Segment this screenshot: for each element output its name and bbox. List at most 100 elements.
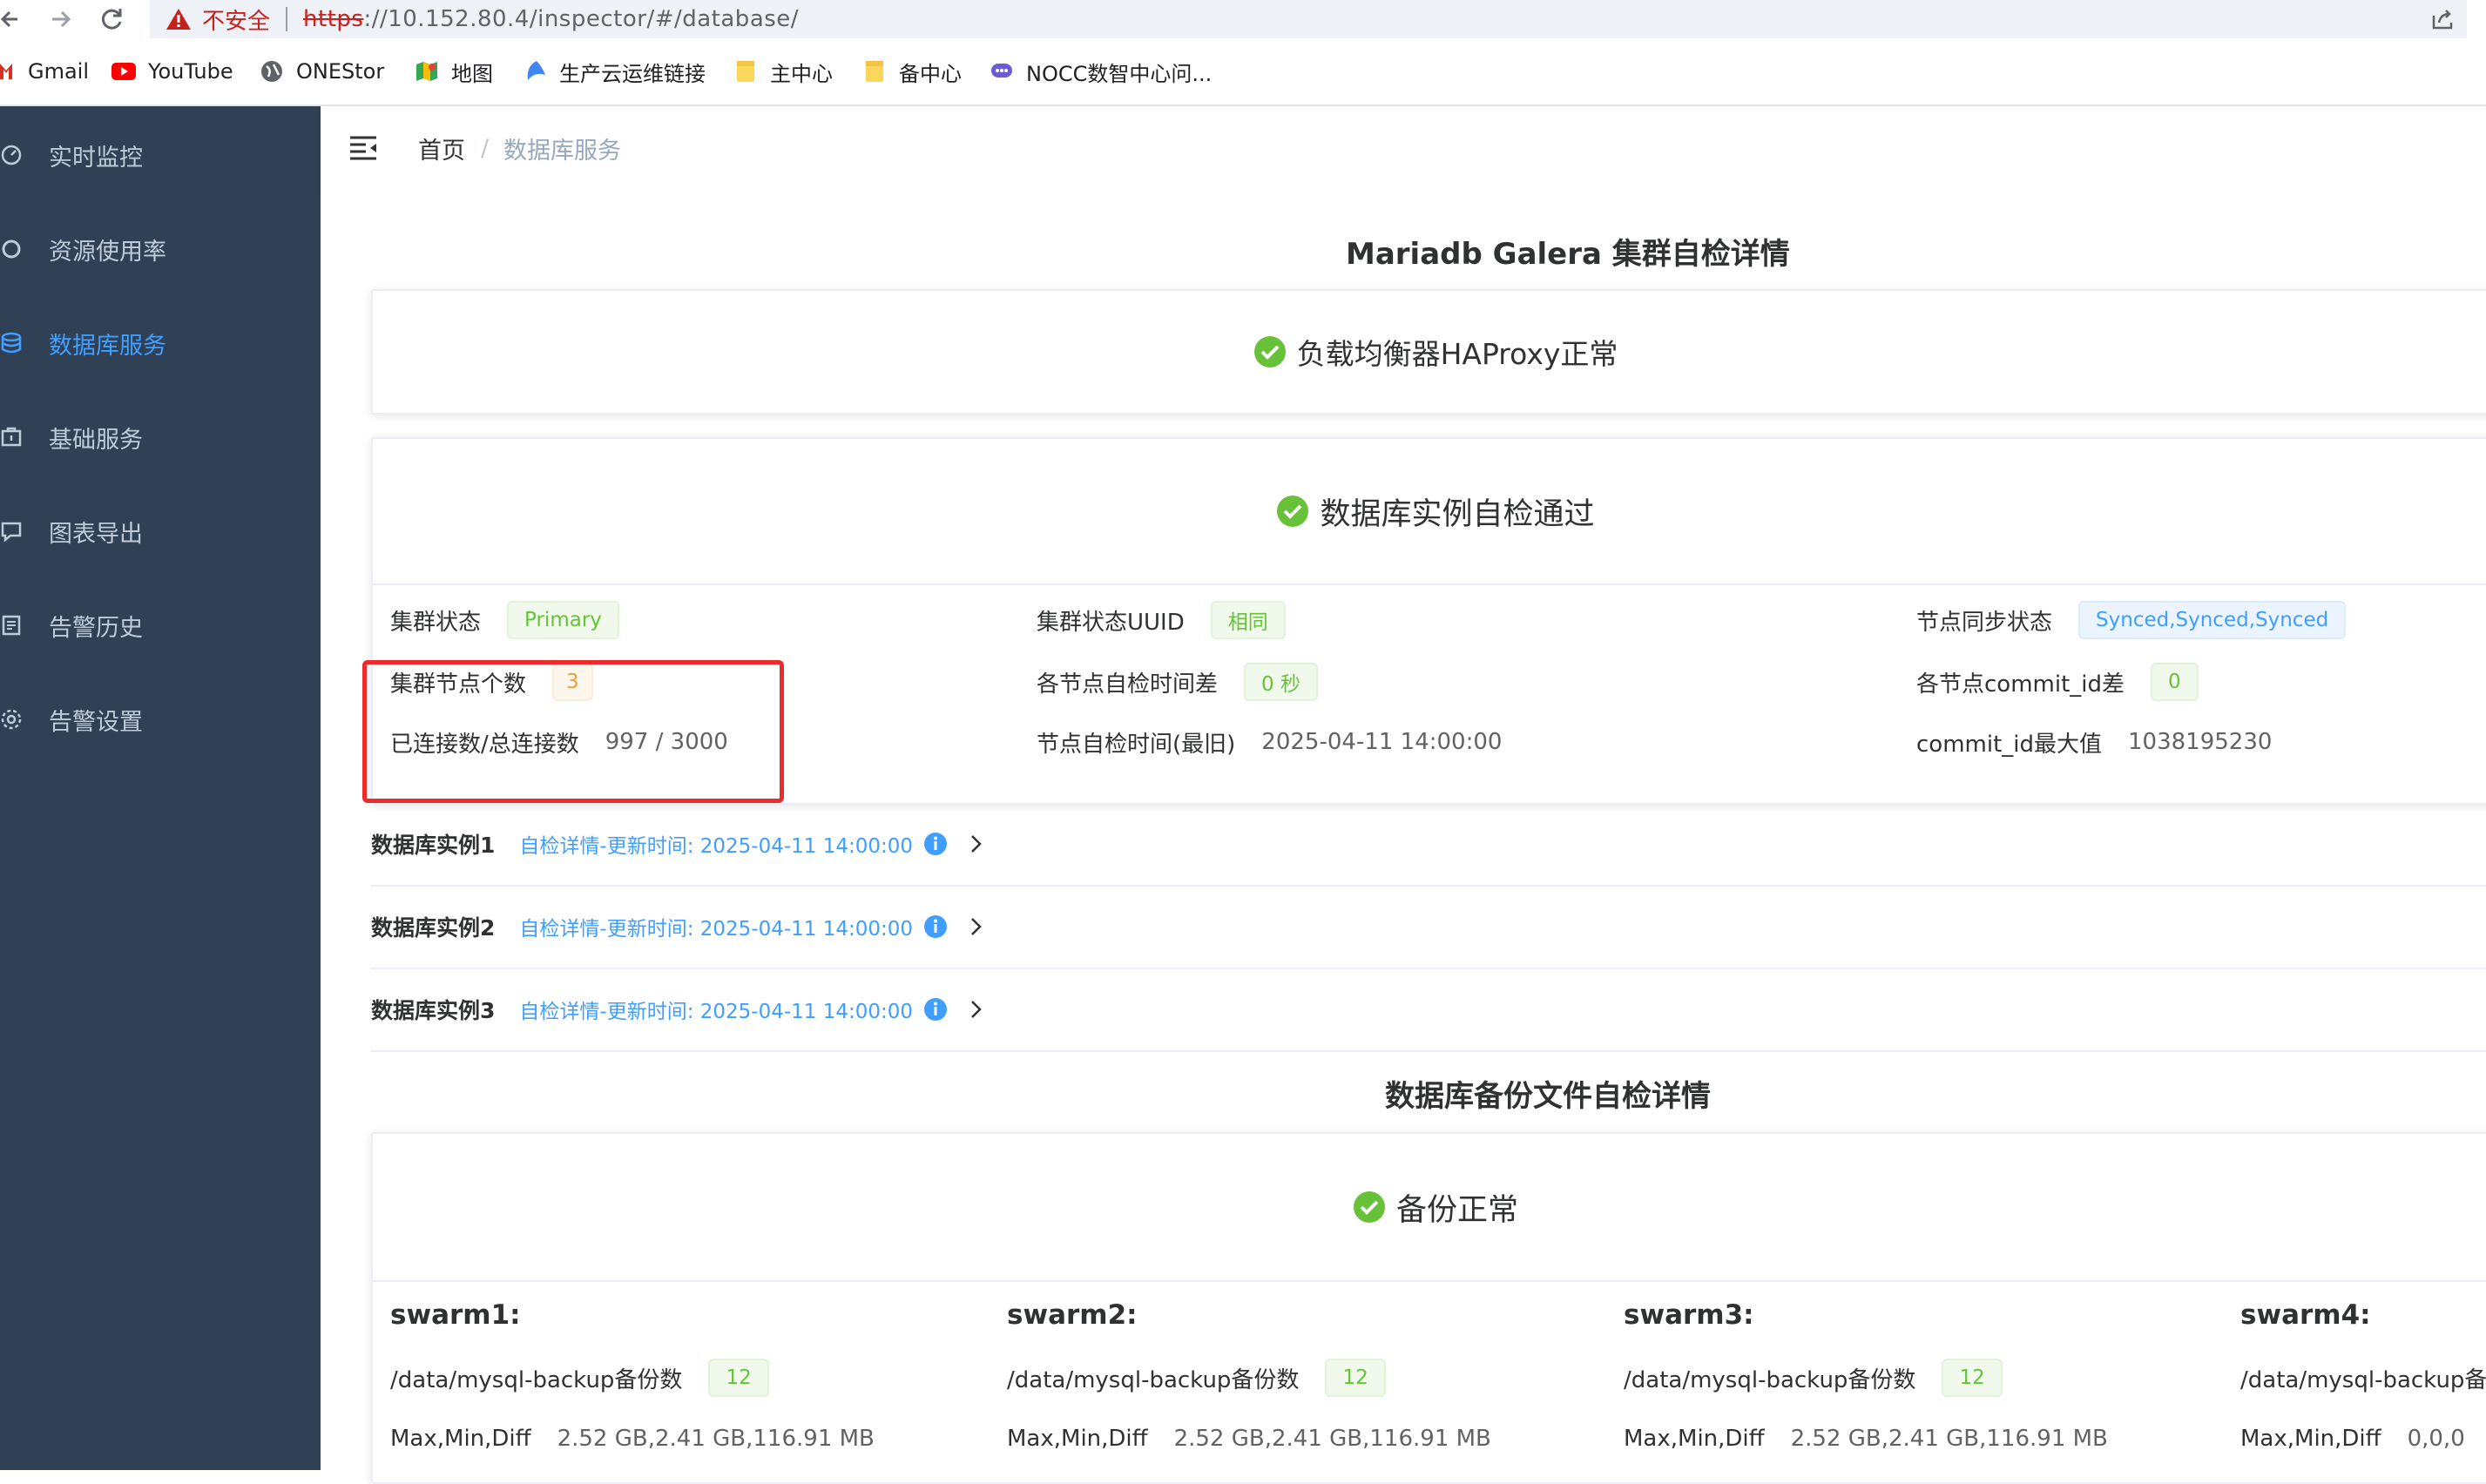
bookmark-backup-center[interactable]: 备中心 (862, 38, 962, 105)
sidebar-item-basic-service[interactable]: 基础服务 (0, 390, 321, 484)
sidebar-item-database-service[interactable]: 数据库服务 (0, 296, 321, 390)
bookmark-ops-links[interactable]: 生产云运维链接 (523, 38, 706, 105)
bookmark-nocc[interactable]: NOCC数智中心问... (990, 38, 1212, 105)
swarm-title: swarm4: (2240, 1299, 2371, 1331)
history-icon (0, 614, 23, 637)
url-bar[interactable]: 不安全 https://10.152.80.4/inspector/#/data… (150, 0, 2467, 38)
commit-max-label: commit_id最大值 (1916, 731, 2103, 758)
gmail-icon (0, 59, 12, 84)
security-label[interactable]: 不安全 (202, 3, 270, 36)
info-icon[interactable] (923, 997, 948, 1022)
sidebar-item-label: 基础服务 (49, 426, 143, 454)
commit-diff-label: 各节点commit_id差 (1916, 671, 2125, 698)
chevron-right-icon[interactable] (965, 999, 986, 1020)
menu-toggle-icon[interactable] (348, 134, 378, 160)
success-icon (1253, 336, 1286, 368)
reload-icon[interactable] (94, 0, 129, 38)
instance-detail-link[interactable]: 自检详情-更新时间: 2025-04-11 14:00:00 (519, 995, 913, 1024)
swarm-backup-size: Max,Min,Diff 2.52 GB,2.41 GB,116.91 MB (390, 1418, 875, 1460)
backup-size-label: Max,Min,Diff (2240, 1426, 2381, 1452)
bookmark-maps[interactable]: 地图 (415, 38, 493, 105)
success-icon (1353, 1191, 1385, 1223)
globe-icon (260, 59, 284, 84)
bookmark-label: 备中心 (899, 61, 962, 86)
bookmark-label: 生产云运维链接 (559, 61, 706, 86)
bookmark-youtube[interactable]: YouTube (111, 38, 233, 105)
sidebar-item-chart-export[interactable]: 图表导出 (0, 484, 321, 578)
url-scheme: https (303, 6, 364, 32)
latest-check-value: 2025-04-11 14:00:00 (1261, 729, 1503, 755)
latest-check-field: 节点自检时间(最旧) 2025-04-11 14:00:00 (1037, 721, 1502, 763)
sidebar-item-label: 图表导出 (49, 520, 143, 548)
youtube-icon (111, 59, 136, 84)
sidebar-item-alarm-history[interactable]: 告警历史 (0, 578, 321, 672)
sidebar-item-resource-usage[interactable]: 资源使用率 (0, 202, 321, 296)
haproxy-status-text: 负载均衡器HAProxy正常 (1296, 337, 1618, 371)
bookmark-onestor[interactable]: ONEStor (260, 38, 384, 105)
time-diff-tag: 0 秒 (1244, 663, 1318, 701)
haproxy-status-card: 负载均衡器HAProxy正常 (371, 289, 2486, 415)
card-divider (373, 1280, 2486, 1282)
cluster-uuid-field: 集群状态UUID 相同 (1037, 599, 1286, 641)
sidebar-item-label: 数据库服务 (49, 332, 166, 360)
share-icon[interactable] (2430, 7, 2455, 31)
instance-status-text: 数据库实例自检通过 (1320, 496, 1595, 532)
backup-count-label: /data/mysql-backup备份数 (2240, 1366, 2486, 1393)
swarm-title: swarm2: (1007, 1299, 1138, 1331)
cloud-icon (523, 59, 547, 84)
bookmark-label: YouTube (148, 59, 233, 84)
service-icon (0, 426, 23, 449)
dashboard-icon (0, 144, 23, 166)
time-diff-label: 各节点自检时间差 (1037, 671, 1219, 698)
swarm-backup-count: /data/mysql-backup备份数 12 (1624, 1357, 2003, 1399)
success-icon (1277, 496, 1309, 527)
chevron-right-icon[interactable] (965, 833, 986, 854)
breadcrumb-current: 数据库服务 (503, 137, 621, 165)
sidebar-item-label: 实时监控 (49, 144, 143, 172)
backup-count-label: /data/mysql-backup备份数 (1624, 1366, 1916, 1393)
back-icon[interactable] (0, 0, 19, 38)
instance-title: 数据库实例3 (371, 998, 496, 1023)
instance-detail-link[interactable]: 自检详情-更新时间: 2025-04-11 14:00:00 (519, 912, 913, 941)
swarm-backup-count: /data/mysql-backup备份数 12 (1007, 1357, 1386, 1399)
node-sync-tag: Synced,Synced,Synced (2078, 601, 2347, 639)
instance-row-1[interactable]: 数据库实例1 自检详情-更新时间: 2025-04-11 14:00:00 (371, 803, 2486, 887)
latest-check-label: 节点自检时间(最旧) (1037, 731, 1236, 758)
sidebar-item-label: 告警设置 (49, 708, 143, 736)
backup-size-value: 0,0,0 (2407, 1426, 2465, 1452)
backup-size-label: Max,Min,Diff (1007, 1426, 1148, 1452)
info-icon[interactable] (923, 832, 948, 856)
swarm-title: swarm1: (390, 1299, 521, 1331)
url-text[interactable]: https://10.152.80.4/inspector/#/database… (303, 6, 799, 32)
chevron-right-icon[interactable] (965, 916, 986, 937)
swarm-backup-count: /data/mysql-backup备份数 (2240, 1357, 2486, 1399)
folder-icon (862, 59, 887, 84)
bookmark-label: 地图 (451, 61, 493, 86)
backup-count-label: /data/mysql-backup备份数 (390, 1366, 683, 1393)
backup-status: 备份正常 (373, 1134, 2486, 1280)
bookmark-main-center[interactable]: 主中心 (733, 38, 833, 105)
sidebar-item-alarm-settings[interactable]: 告警设置 (0, 672, 321, 766)
backup-section-title: 数据库备份文件自检详情 (1385, 1079, 1711, 1114)
bookmarks-bar: Gmail YouTube ONEStor 地图 生产云运维链接 主中心 备中心… (0, 38, 2486, 106)
commit-max-value: 1038195230 (2128, 729, 2273, 755)
forward-icon[interactable] (45, 0, 77, 38)
top-navbar: 首页 / 数据库服务 (321, 106, 2486, 190)
time-diff-field: 各节点自检时间差 0 秒 (1037, 661, 1318, 703)
backup-size-label: Max,Min,Diff (390, 1426, 531, 1452)
instance-row-2[interactable]: 数据库实例2 自检详情-更新时间: 2025-04-11 14:00:00 (371, 886, 2486, 969)
backup-count-label: /data/mysql-backup备份数 (1007, 1366, 1300, 1393)
instance-title: 数据库实例2 (371, 915, 496, 941)
breadcrumb-home[interactable]: 首页 (418, 106, 465, 190)
sidebar-item-realtime-monitor[interactable]: 实时监控 (0, 108, 321, 202)
cluster-uuid-label: 集群状态UUID (1037, 609, 1185, 636)
info-icon[interactable] (923, 914, 948, 939)
sidebar: 实时监控 资源使用率 数据库服务 基础服务 图表导出 告警历史 告警设置 (0, 106, 321, 1470)
backup-size-value: 2.52 GB,2.41 GB,116.91 MB (557, 1426, 875, 1452)
node-sync-field: 节点同步状态 Synced,Synced,Synced (1916, 599, 2347, 641)
resource-icon (0, 238, 23, 260)
instance-detail-link[interactable]: 自检详情-更新时间: 2025-04-11 14:00:00 (519, 829, 913, 859)
bookmark-gmail[interactable]: Gmail (0, 38, 89, 105)
backup-count-tag: 12 (1325, 1359, 1386, 1397)
instance-row-3[interactable]: 数据库实例3 自检详情-更新时间: 2025-04-11 14:00:00 (371, 968, 2486, 1052)
